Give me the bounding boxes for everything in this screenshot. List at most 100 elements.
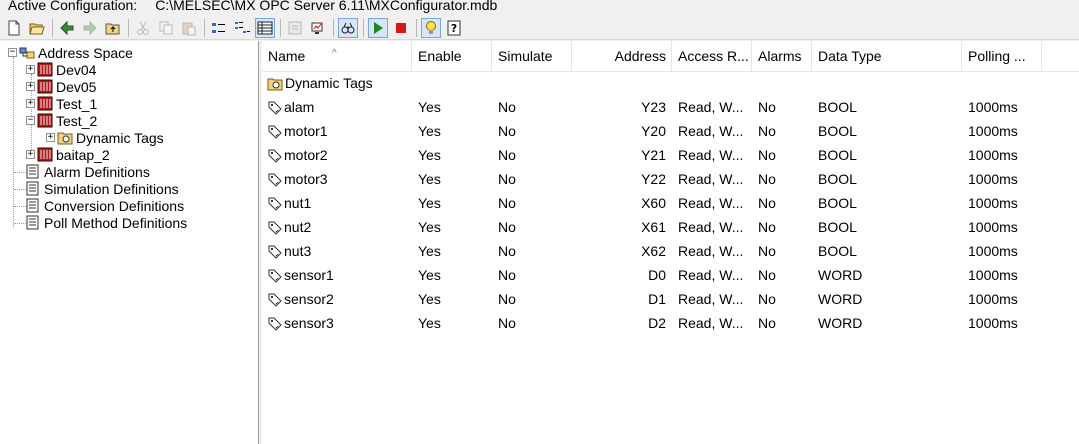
cell-address: D1 [648,291,666,307]
cell-access-rights: Read, W... [678,99,744,115]
active-configuration-bar: Active Configuration: C:\MELSEC\MX OPC Se… [0,0,1079,14]
column-header-label: Name [268,48,306,64]
cell-data-type: BOOL [818,147,857,163]
collapse-icon[interactable]: − [26,116,35,125]
tree-item-alarm-definitions[interactable]: Alarm Definitions [25,163,150,180]
cell-alarms: No [758,219,776,235]
cell-name: sensor2 [284,291,334,307]
cell-simulate: No [498,267,516,283]
expand-icon[interactable]: + [46,133,55,142]
tree-item-conversion-definitions[interactable]: Conversion Definitions [25,197,184,214]
cell-simulate: No [498,243,516,259]
column-header-data-type[interactable]: Data Type [812,41,962,71]
table-row[interactable]: sensor2 Yes No D1 Read, W... No WORD 1000ms [262,287,1079,311]
cell-access-rights: Read, W... [678,219,744,235]
hint-icon[interactable] [421,17,441,38]
active-configuration-path: C:\MELSEC\MX OPC Server 6.11\MXConfigura… [155,0,498,13]
cell-name: motor1 [284,123,328,139]
column-header-name[interactable]: Name ^ [262,41,412,71]
cell-alarms: No [758,171,776,187]
stop-icon[interactable] [391,18,411,38]
tree-item-label: Conversion Definitions [44,197,185,214]
connect-icon[interactable] [338,17,358,38]
table-row[interactable]: sensor3 Yes No D2 Read, W... No WORD 1000ms [262,311,1079,335]
table-row[interactable]: motor1 Yes No Y20 Read, W... No BOOL 1000ms [262,119,1079,143]
sort-ascending-icon: ^ [332,48,337,59]
table-row[interactable]: motor2 Yes No Y21 Read, W... No BOOL 1000ms [262,143,1079,167]
table-row[interactable]: nut1 Yes No X60 Read, W... No BOOL 1000ms [262,191,1079,215]
help-icon[interactable]: ? [444,18,464,38]
address-space-tree[interactable]: − Address Space + Dev04 + Dev05 + Test_1… [0,41,259,444]
toolbar-separator [204,18,205,37]
open-icon[interactable] [27,18,47,38]
column-header-polling[interactable]: Polling ... [962,41,1042,71]
cell-polling: 1000ms [968,219,1018,235]
cell-polling: 1000ms [968,243,1018,259]
tree-item-test-1[interactable]: + Test_1 [26,95,97,112]
plc-device-icon [37,96,53,111]
cell-data-type: BOOL [818,243,857,259]
tree-item-label: Dev04 [56,61,97,78]
column-header-access-rights[interactable]: Access R... [672,41,752,71]
tree-item-dev04[interactable]: + Dev04 [26,61,96,78]
table-row[interactable]: nut3 Yes No X62 Read, W... No BOOL 1000ms [262,239,1079,263]
cut-icon[interactable] [133,18,153,38]
expand-icon[interactable]: + [26,150,35,159]
expand-icon[interactable]: + [26,82,35,91]
table-row[interactable]: alam Yes No Y23 Read, W... No BOOL 1000ms [262,95,1079,119]
forward-arrow-icon[interactable] [80,18,100,38]
up-folder-icon[interactable] [103,18,123,38]
monitor-icon[interactable] [308,18,328,38]
run-icon[interactable] [368,17,388,38]
active-configuration-label: Active Configuration: [8,0,138,13]
cell-enable: Yes [418,291,441,307]
small-icons-view-icon[interactable] [209,18,229,38]
plc-device-icon [37,79,53,94]
tag-icon [267,291,283,307]
cell-enable: Yes [418,147,441,163]
column-header-alarms[interactable]: Alarms [752,41,812,71]
table-row[interactable]: motor3 Yes No Y22 Read, W... No BOOL 1000ms [262,167,1079,191]
cell-alarms: No [758,267,776,283]
column-header-address[interactable]: Address [572,41,672,71]
tag-icon [267,195,283,211]
new-icon[interactable] [4,18,24,38]
cell-enable: Yes [418,243,441,259]
column-header-enable[interactable]: Enable [412,41,492,71]
tree-item-simulation-definitions[interactable]: Simulation Definitions [25,180,179,197]
tree-item-label: Alarm Definitions [44,163,150,180]
tree-item-poll-method-definitions[interactable]: Poll Method Definitions [25,214,187,231]
tree-item-test-2[interactable]: − Test_2 [26,112,97,129]
details-view-icon[interactable] [255,17,275,38]
tree-item-label: Test_1 [56,95,98,112]
expand-icon[interactable]: + [26,65,35,74]
collapse-icon[interactable]: − [8,48,17,57]
cell-address: Y23 [641,99,666,115]
cell-access-rights: Read, W... [678,123,744,139]
column-header-simulate[interactable]: Simulate [492,41,572,71]
table-row[interactable]: sensor1 Yes No D0 Read, W... No WORD 1000ms [262,263,1079,287]
cell-enable: Yes [418,123,441,139]
table-row[interactable]: nut2 Yes No X61 Read, W... No BOOL 1000ms [262,215,1079,239]
list-item-folder[interactable]: Dynamic Tags [262,71,1079,95]
back-arrow-icon[interactable] [57,18,77,38]
cell-simulate: No [498,291,516,307]
expand-icon[interactable]: + [26,99,35,108]
cell-data-type: WORD [818,315,863,331]
cell-name: alam [284,99,315,115]
toolbar-separator [333,18,334,37]
copy-icon[interactable] [156,18,176,38]
cell-simulate: No [498,147,516,163]
cell-enable: Yes [418,315,441,331]
tree-item-address-space[interactable]: − Address Space [8,44,133,61]
cell-simulate: No [498,123,516,139]
cell-access-rights: Read, W... [678,243,744,259]
toolbar: ? [0,16,1079,40]
tree-item-dynamic-tags[interactable]: + Dynamic Tags [46,129,164,146]
tree-item-dev05[interactable]: + Dev05 [26,78,96,95]
paste-icon[interactable] [179,18,199,38]
list-view-icon[interactable] [232,18,252,38]
tree-item-baitap-2[interactable]: + baitap_2 [26,146,110,163]
tag-list-view[interactable]: Name ^ Enable Simulate Address Access R..… [262,41,1079,444]
properties-icon[interactable] [285,18,305,38]
